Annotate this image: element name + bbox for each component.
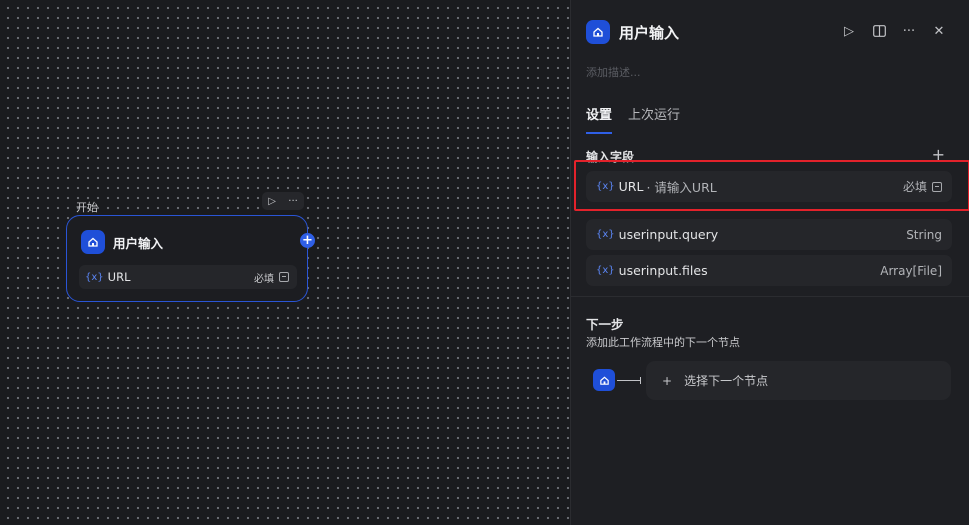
node-settings-panel: 用户输入 ▷ ··· ✕ 添加描述... 设置 上次运行 输入字段 + {x} … bbox=[570, 0, 969, 525]
next-step-description: 添加此工作流程中的下一个节点 bbox=[586, 336, 740, 349]
field-row-files[interactable]: {x} userinput.files Array[File] bbox=[586, 255, 952, 286]
tab-last-run[interactable]: 上次运行 bbox=[628, 104, 680, 134]
field-placeholder: · 请输入URL bbox=[646, 180, 717, 195]
next-step-title: 下一步 bbox=[586, 317, 624, 332]
tab-settings[interactable]: 设置 bbox=[586, 104, 613, 134]
field-name: URL bbox=[618, 179, 644, 194]
required-label: 必填 bbox=[902, 180, 927, 194]
required-badge: 必填 bbox=[254, 270, 289, 285]
text-input-icon bbox=[932, 181, 942, 192]
select-next-node-button[interactable]: + 选择下一个节点 bbox=[646, 361, 951, 400]
panel-header: 用户输入 bbox=[586, 20, 679, 44]
workflow-canvas[interactable]: 开始 ▷ ··· 用户输入 + {x} URL 必填 bbox=[0, 0, 570, 525]
home-icon bbox=[586, 20, 610, 44]
section-divider bbox=[571, 296, 969, 297]
field-row-url[interactable]: {x} URL · 请输入URL 必填 bbox=[586, 171, 952, 202]
panel-title: 用户输入 bbox=[619, 23, 680, 42]
field-name: userinput.files bbox=[618, 263, 708, 278]
panel-toolbar: ▷ ··· ✕ bbox=[841, 22, 947, 40]
next-step-connector bbox=[593, 369, 641, 391]
home-icon bbox=[593, 369, 615, 391]
close-icon[interactable]: ✕ bbox=[931, 22, 947, 40]
home-icon bbox=[81, 230, 105, 254]
field-row-query[interactable]: {x} userinput.query String bbox=[586, 219, 952, 250]
run-icon[interactable]: ▷ bbox=[841, 22, 857, 40]
variable-icon: {x} bbox=[85, 271, 104, 283]
variable-icon: {x} bbox=[596, 265, 615, 276]
select-next-label: 选择下一个节点 bbox=[684, 374, 769, 388]
node-actions: ▷ ··· bbox=[262, 192, 304, 210]
node-group-label: 开始 bbox=[76, 201, 98, 214]
text-input-icon bbox=[279, 272, 289, 282]
connector-line bbox=[617, 375, 641, 385]
variable-icon: {x} bbox=[596, 181, 615, 192]
required-label: 必填 bbox=[254, 273, 274, 285]
field-type: Array[File] bbox=[880, 263, 942, 278]
field-type: String bbox=[906, 227, 942, 242]
more-icon[interactable]: ··· bbox=[901, 22, 917, 40]
plus-icon: + bbox=[662, 373, 673, 388]
add-node-button[interactable]: + bbox=[300, 233, 315, 248]
variable-icon: {x} bbox=[596, 229, 615, 240]
user-input-node[interactable]: 用户输入 + {x} URL 必填 bbox=[66, 215, 315, 302]
node-header: 用户输入 bbox=[81, 230, 163, 254]
description-input[interactable]: 添加描述... bbox=[586, 64, 641, 80]
split-view-icon[interactable] bbox=[871, 22, 887, 40]
more-icon[interactable]: ··· bbox=[288, 196, 298, 207]
node-title: 用户输入 bbox=[113, 235, 164, 251]
node-field-url[interactable]: {x} URL 必填 bbox=[79, 265, 297, 289]
field-name: userinput.query bbox=[618, 227, 719, 242]
panel-tabs: 设置 上次运行 bbox=[586, 104, 680, 134]
required-badge: 必填 bbox=[903, 178, 942, 195]
field-name: URL bbox=[107, 270, 131, 284]
run-node-icon[interactable]: ▷ bbox=[268, 196, 276, 207]
